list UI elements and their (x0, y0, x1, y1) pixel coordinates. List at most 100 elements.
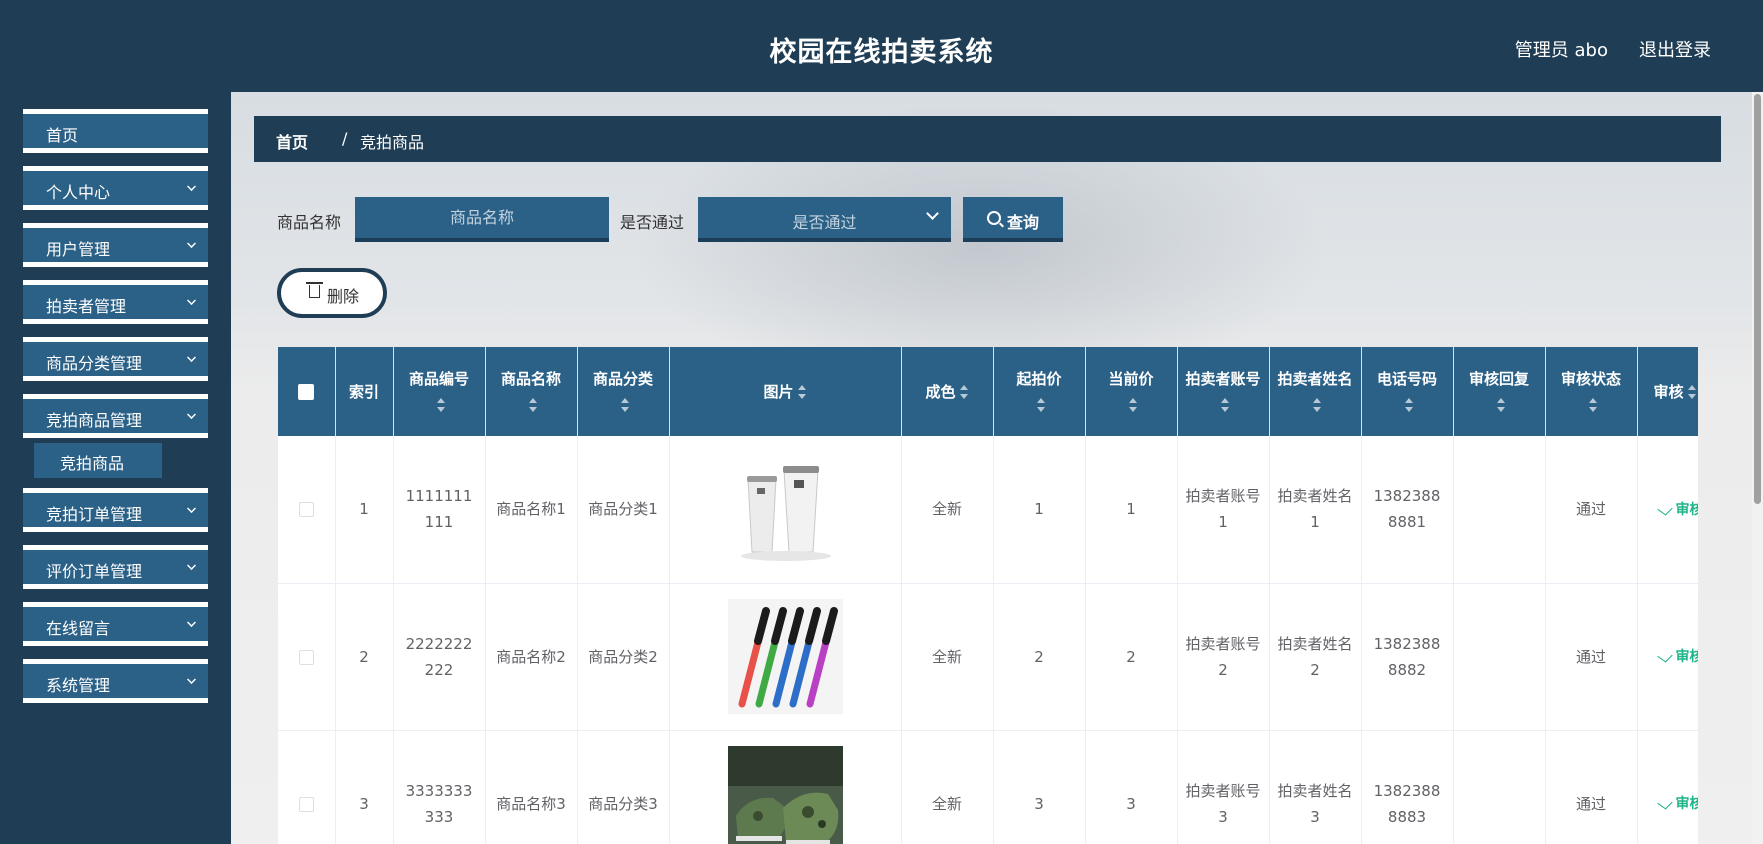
sort-icon[interactable] (528, 398, 538, 412)
cell-seller-account: 拍卖者账号3 (1177, 730, 1270, 844)
sort-icon[interactable] (436, 398, 446, 412)
column-header[interactable]: 拍卖者账号 (1177, 347, 1270, 436)
sort-icon[interactable] (1496, 398, 1506, 412)
header-select-all[interactable] (278, 347, 336, 436)
sort-icon[interactable] (1312, 398, 1322, 412)
cell-start-price: 3 (993, 730, 1086, 844)
row-select-cell[interactable] (278, 583, 336, 731)
column-header[interactable]: 起拍价 (993, 347, 1086, 436)
sidebar-item-categories[interactable]: 商品分类管理 (23, 337, 208, 381)
cell-image (669, 730, 902, 844)
cell-code: 1111111111 (393, 436, 486, 584)
column-header[interactable]: 图片 (669, 347, 902, 436)
cell-seller-account: 拍卖者账号2 (1177, 583, 1270, 731)
query-button[interactable]: 查询 (963, 197, 1063, 242)
search-icon (987, 211, 1001, 225)
sidebar-item-sellers[interactable]: 拍卖者管理 (23, 280, 208, 324)
sidebar-item-messages[interactable]: 在线留言 (23, 602, 208, 646)
sort-icon[interactable] (1220, 398, 1230, 412)
goods-table: 索引 商品编号 商品名称 商品分类 图片 成色 起拍价 当前价 拍卖者账号 拍卖… (278, 347, 1698, 844)
breadcrumb-current: 竞拍商品 (360, 133, 425, 152)
row-checkbox[interactable] (298, 796, 314, 812)
sort-icon[interactable] (1687, 385, 1697, 399)
cell-phone: 13823888881 (1361, 436, 1454, 584)
sidebar-subitem-auction-goods[interactable]: 竞拍商品 (34, 443, 162, 478)
sidebar-item-label: 用户管理 (46, 240, 111, 259)
sidebar-item-review-orders[interactable]: 评价订单管理 (23, 545, 208, 589)
cell-condition: 全新 (901, 730, 994, 844)
trash-icon (306, 282, 323, 298)
sidebar-item-system[interactable]: 系统管理 (23, 659, 208, 703)
cell-phone: 13823888882 (1361, 583, 1454, 731)
column-header[interactable]: 拍卖者姓名 (1269, 347, 1362, 436)
cell-index: 2 (335, 583, 394, 731)
column-header[interactable]: 商品名称 (485, 347, 578, 436)
table-row: 1 1111111111 商品名称1 商品分类1 全新 1 1 拍卖者账号1 拍… (278, 436, 1698, 584)
cell-action: 审核 (1637, 583, 1698, 731)
sort-icon[interactable] (797, 385, 807, 399)
sidebar-item-label: 竞拍订单管理 (46, 505, 143, 524)
sort-icon[interactable] (1128, 398, 1138, 412)
chevron-down-icon (187, 561, 196, 570)
column-header[interactable]: 审核回复 (1453, 347, 1546, 436)
product-image-cups[interactable] (727, 451, 843, 567)
sidebar-item-label: 首页 (46, 126, 79, 145)
column-header[interactable]: 审核状态 (1545, 347, 1638, 436)
column-header[interactable]: 审核 (1637, 347, 1698, 436)
cell-reply (1453, 730, 1546, 844)
chevron-down-icon (187, 410, 196, 419)
cell-action: 审核 (1637, 730, 1698, 844)
sort-icon[interactable] (1036, 398, 1046, 412)
name-search-label: 商品名称 (277, 213, 342, 232)
product-image-shoes[interactable] (727, 746, 843, 844)
pass-filter-select[interactable]: 是否通过 (698, 197, 951, 242)
cell-index: 3 (335, 730, 394, 844)
top-header: 校园在线拍卖系统 管理员 abo 退出登录 (0, 0, 1763, 92)
column-header[interactable]: 电话号码 (1361, 347, 1454, 436)
sort-icon[interactable] (620, 398, 630, 412)
audit-button[interactable]: 审核 (1656, 502, 1698, 518)
cell-reply (1453, 583, 1546, 731)
cell-status: 通过 (1545, 730, 1638, 844)
audit-button[interactable]: 审核 (1656, 796, 1698, 812)
chevron-down-icon (187, 182, 196, 191)
row-select-cell[interactable] (278, 436, 336, 584)
cell-category: 商品分类1 (577, 436, 670, 584)
product-image-toothbrushes[interactable] (727, 599, 843, 714)
cell-condition: 全新 (901, 436, 994, 584)
row-checkbox[interactable] (298, 502, 314, 518)
main-content: 首页 / 竞拍商品 商品名称 是否通过 是否通过 查询 删除 索引 商品 (231, 92, 1763, 844)
sidebar-item-profile[interactable]: 个人中心 (23, 166, 208, 210)
cell-status: 通过 (1545, 583, 1638, 731)
sidebar-item-home[interactable]: 首页 (23, 109, 208, 153)
sidebar-item-auction-orders[interactable]: 竞拍订单管理 (23, 488, 208, 532)
sidebar-item-users[interactable]: 用户管理 (23, 223, 208, 267)
sidebar-item-auction-goods[interactable]: 竞拍商品管理 (23, 394, 208, 438)
column-header[interactable]: 商品编号 (393, 347, 486, 436)
sort-icon[interactable] (1404, 398, 1414, 412)
scrollbar-thumb[interactable] (1754, 94, 1761, 504)
cell-category: 商品分类3 (577, 730, 670, 844)
breadcrumb-home[interactable]: 首页 (276, 129, 308, 153)
cell-name: 商品名称3 (485, 730, 578, 844)
page-scrollbar[interactable] (1752, 92, 1763, 844)
delete-button[interactable]: 删除 (277, 268, 387, 318)
row-checkbox[interactable] (298, 649, 314, 665)
select-all-checkbox[interactable] (298, 384, 315, 400)
column-header[interactable]: 商品分类 (577, 347, 670, 436)
sidebar-item-label: 在线留言 (46, 619, 111, 638)
column-header[interactable]: 当前价 (1085, 347, 1178, 436)
app-title: 校园在线拍卖系统 (769, 37, 994, 68)
goods-table-wrapper[interactable]: 索引 商品编号 商品名称 商品分类 图片 成色 起拍价 当前价 拍卖者账号 拍卖… (278, 347, 1698, 844)
logout-button[interactable]: 退出登录 (1639, 36, 1711, 62)
name-search-input[interactable] (355, 197, 609, 242)
query-button-label: 查询 (1007, 213, 1040, 232)
row-select-cell[interactable] (278, 730, 336, 844)
column-header[interactable]: 成色 (901, 347, 994, 436)
cell-code: 2222222222 (393, 583, 486, 731)
cell-name: 商品名称2 (485, 583, 578, 731)
sort-icon[interactable] (959, 385, 969, 399)
audit-button[interactable]: 审核 (1656, 649, 1698, 665)
sort-icon[interactable] (1588, 398, 1598, 412)
breadcrumb-separator: / (342, 129, 348, 148)
